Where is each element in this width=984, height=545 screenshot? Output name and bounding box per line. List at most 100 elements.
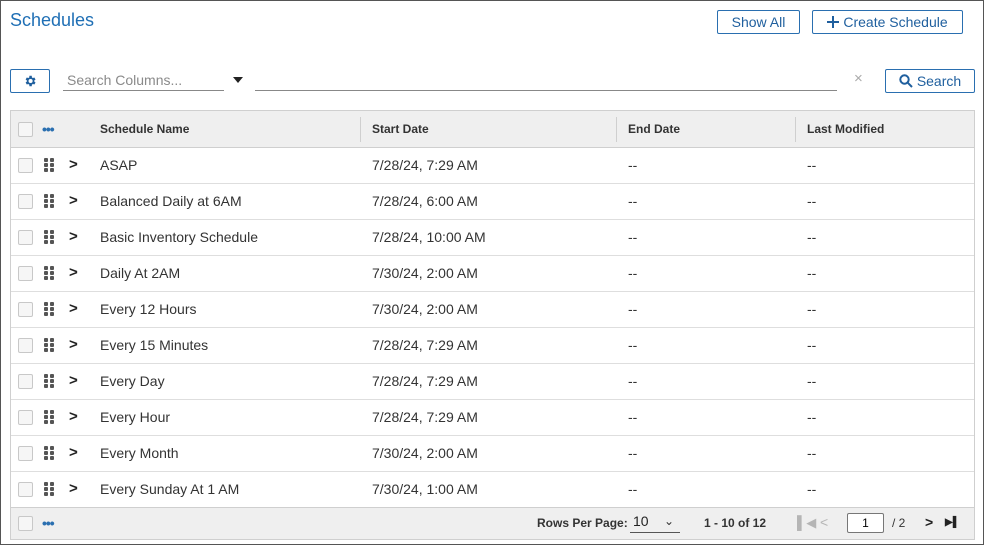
end-date-cell: -- [628, 409, 638, 425]
schedule-name-cell: Daily At 2AM [100, 265, 181, 281]
drag-handle-icon[interactable] [44, 482, 54, 496]
expand-row-chevron-icon[interactable]: > [69, 156, 78, 173]
end-date-cell: -- [628, 301, 638, 317]
last-modified-cell: -- [807, 301, 817, 317]
start-date-cell: 7/28/24, 7:29 AM [372, 373, 478, 389]
last-page-icon[interactable]: ▶▌ [945, 517, 960, 528]
drag-handle-icon[interactable] [44, 374, 54, 388]
schedule-name-cell: ASAP [100, 157, 138, 173]
row-checkbox[interactable] [18, 194, 33, 209]
create-schedule-label: Create Schedule [843, 14, 948, 30]
start-date-cell: 7/28/24, 7:29 AM [372, 337, 478, 353]
clear-search-icon[interactable]: × [854, 70, 863, 87]
schedule-name-cell: Basic Inventory Schedule [100, 229, 258, 245]
expand-row-chevron-icon[interactable]: > [69, 408, 78, 425]
column-divider[interactable] [360, 117, 361, 142]
column-dropdown-caret-icon[interactable] [233, 77, 243, 83]
schedule-name-cell: Every 12 Hours [100, 301, 197, 317]
drag-handle-icon[interactable] [44, 338, 54, 352]
start-date-cell: 7/30/24, 2:00 AM [372, 265, 478, 281]
row-checkbox[interactable] [18, 410, 33, 425]
table-row[interactable]: > Every Day 7/28/24, 7:29 AM -- -- [11, 364, 974, 400]
next-page-icon[interactable]: > [925, 514, 933, 530]
magnifier-icon [899, 74, 913, 88]
start-date-cell: 7/28/24, 7:29 AM [372, 157, 478, 173]
row-checkbox[interactable] [18, 230, 33, 245]
row-checkbox[interactable] [18, 266, 33, 281]
table-row[interactable]: > Daily At 2AM 7/30/24, 2:00 AM -- -- [11, 256, 974, 292]
expand-row-chevron-icon[interactable]: > [69, 372, 78, 389]
expand-row-chevron-icon[interactable]: > [69, 336, 78, 353]
row-checkbox[interactable] [18, 158, 33, 173]
drag-handle-icon[interactable] [44, 158, 54, 172]
last-modified-cell: -- [807, 157, 817, 173]
schedule-name-cell: Every 15 Minutes [100, 337, 209, 353]
expand-row-chevron-icon[interactable]: > [69, 264, 78, 281]
previous-page-icon[interactable]: < [820, 514, 828, 530]
last-modified-cell: -- [807, 481, 817, 497]
search-button[interactable]: Search [885, 69, 975, 93]
drag-handle-icon[interactable] [44, 410, 54, 424]
table-row[interactable]: > Every 12 Hours 7/30/24, 2:00 AM -- -- [11, 292, 974, 328]
column-header-last-modified[interactable]: Last Modified [807, 122, 884, 136]
drag-handle-icon[interactable] [44, 194, 54, 208]
last-modified-cell: -- [807, 445, 817, 461]
column-divider[interactable] [616, 117, 617, 142]
end-date-cell: -- [628, 265, 638, 281]
table-options-more-icon[interactable]: ••• [42, 122, 55, 136]
expand-row-chevron-icon[interactable]: > [69, 300, 78, 317]
table-row[interactable]: > Every Hour 7/28/24, 7:29 AM -- -- [11, 400, 974, 436]
footer-more-icon[interactable]: ••• [42, 516, 55, 530]
table-row[interactable]: > Balanced Daily at 6AM 7/28/24, 6:00 AM… [11, 184, 974, 220]
gear-icon [25, 75, 36, 87]
drag-handle-icon[interactable] [44, 230, 54, 244]
end-date-cell: -- [628, 157, 638, 173]
row-checkbox[interactable] [18, 374, 33, 389]
select-all-checkbox[interactable] [18, 122, 33, 137]
expand-row-chevron-icon[interactable]: > [69, 480, 78, 497]
start-date-cell: 7/28/24, 6:00 AM [372, 193, 478, 209]
expand-row-chevron-icon[interactable]: > [69, 228, 78, 245]
column-header-end-date[interactable]: End Date [628, 122, 680, 136]
total-pages: / 2 [892, 516, 906, 530]
column-header-schedule-name[interactable]: Schedule Name [100, 122, 189, 136]
last-modified-cell: -- [807, 229, 817, 245]
table-row[interactable]: > Every Month 7/30/24, 2:00 AM -- -- [11, 436, 974, 472]
table-row[interactable]: > Every Sunday At 1 AM 7/30/24, 1:00 AM … [11, 472, 974, 508]
end-date-cell: -- [628, 373, 638, 389]
chevron-down-icon[interactable]: ⌄ [664, 514, 674, 528]
first-page-icon[interactable]: ▌◀ [797, 515, 816, 531]
row-checkbox[interactable] [18, 482, 33, 497]
column-header-start-date[interactable]: Start Date [372, 122, 429, 136]
table-row[interactable]: > ASAP 7/28/24, 7:29 AM -- -- [11, 148, 974, 184]
create-schedule-button[interactable]: Create Schedule [812, 10, 963, 34]
start-date-cell: 7/30/24, 2:00 AM [372, 445, 478, 461]
column-divider[interactable] [795, 117, 796, 142]
table-row[interactable]: > Every 15 Minutes 7/28/24, 7:29 AM -- -… [11, 328, 974, 364]
expand-row-chevron-icon[interactable]: > [69, 444, 78, 461]
schedules-table: ••• Schedule Name Start Date End Date La… [10, 110, 975, 540]
table-row[interactable]: > Basic Inventory Schedule 7/28/24, 10:0… [11, 220, 974, 256]
end-date-cell: -- [628, 445, 638, 461]
search-value-input[interactable] [255, 69, 837, 91]
end-date-cell: -- [628, 481, 638, 497]
schedule-name-cell: Every Hour [100, 409, 171, 425]
show-all-button[interactable]: Show All [717, 10, 800, 34]
table-header: ••• Schedule Name Start Date End Date La… [11, 111, 974, 148]
row-checkbox[interactable] [18, 302, 33, 317]
column-settings-button[interactable] [10, 69, 50, 93]
footer-select-checkbox[interactable] [18, 516, 33, 531]
expand-row-chevron-icon[interactable]: > [69, 192, 78, 209]
schedules-window: Schedules Show All Create Schedule × Sea… [0, 0, 984, 545]
row-checkbox[interactable] [18, 446, 33, 461]
last-modified-cell: -- [807, 409, 817, 425]
start-date-cell: 7/28/24, 10:00 AM [372, 229, 486, 245]
row-checkbox[interactable] [18, 338, 33, 353]
drag-handle-icon[interactable] [44, 302, 54, 316]
search-columns-input[interactable] [63, 69, 224, 91]
table-footer: ••• Rows Per Page: 10 ⌄ 1 - 10 of 12 ▌◀ … [11, 507, 974, 539]
drag-handle-icon[interactable] [44, 266, 54, 280]
drag-handle-icon[interactable] [44, 446, 54, 460]
end-date-cell: -- [628, 337, 638, 353]
page-number-input[interactable] [847, 513, 884, 533]
